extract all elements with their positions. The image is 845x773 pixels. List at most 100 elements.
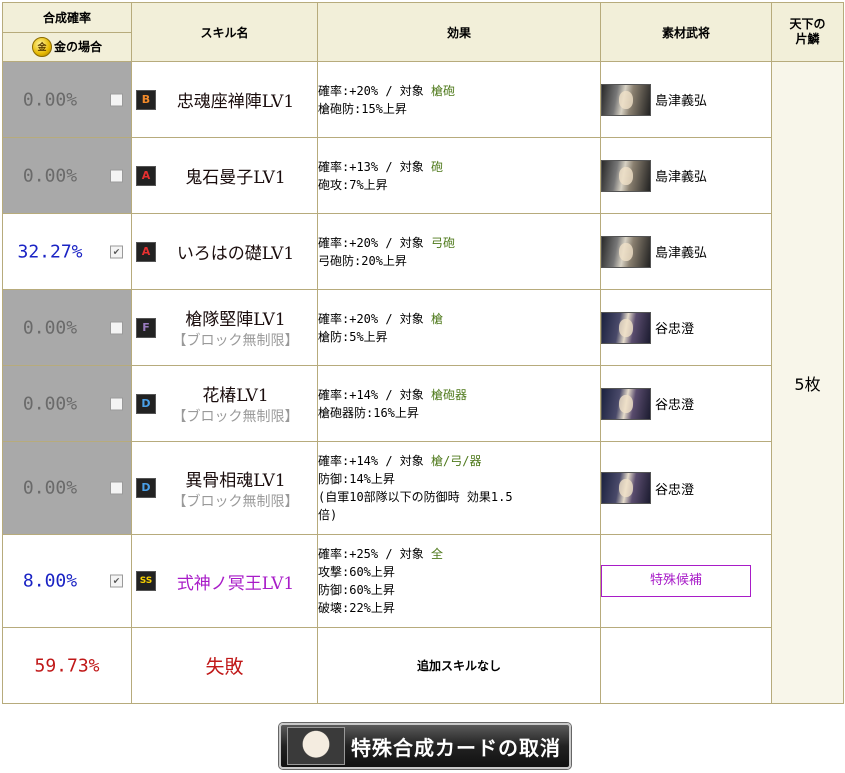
general-portrait[interactable]: [601, 387, 651, 420]
general-portrait[interactable]: [601, 472, 651, 504]
skill-checkbox[interactable]: ✔: [110, 245, 123, 258]
skill-checkbox[interactable]: [110, 397, 123, 410]
rate-value: 0.00%: [22, 317, 78, 338]
general-portrait[interactable]: [601, 159, 651, 192]
skill-name: 花椿LV1: [202, 386, 269, 406]
effect-target: 全: [431, 547, 444, 561]
grade-badge: SS: [136, 571, 156, 591]
rate-cell: 0.00%: [2, 61, 132, 138]
effect-cell: 確率:+20% / 対象 槍砲 槍砲防:15%上昇: [317, 61, 601, 138]
skill-cell: 失敗: [131, 627, 318, 704]
gold-coin-icon: 金: [31, 36, 52, 57]
material-cell: 谷忠澄: [600, 441, 772, 535]
skill-note: 【ブロック無制限】: [172, 333, 299, 349]
effect-cell: 確率:+14% / 対象 槍/弓/器 防御:14%上昇 (自軍10部隊以下の防御…: [317, 441, 601, 535]
effect-cell: 確率:+20% / 対象 槍 槍防:5%上昇: [317, 289, 601, 366]
effect-target: 槍砲器: [431, 387, 468, 402]
skill-name: 鬼石曼子LV1: [185, 168, 286, 188]
material-cell: 谷忠澄: [600, 365, 772, 442]
general-name: 谷忠澄: [655, 398, 695, 413]
rate-cell: 59.73%: [2, 627, 132, 704]
material-cell: 島津義弘: [600, 137, 772, 214]
cancel-special-card-button[interactable]: 特殊合成カードの取消: [279, 723, 571, 769]
skill-cell: D 花椿LV1 【ブロック無制限】: [131, 365, 318, 442]
rate-cell: 0.00%: [2, 137, 132, 214]
skill-note: 【ブロック無制限】: [172, 493, 299, 510]
rate-value: 0.00%: [22, 89, 78, 110]
rate-value: 0.00%: [22, 393, 78, 414]
material-cell: 谷忠澄: [600, 289, 772, 366]
skill-checkbox[interactable]: ✔: [110, 574, 123, 588]
table-row: 0.00% F 槍隊堅陣LV1 【ブロック無制限】 確率:+20% / 対象 槍…: [2, 289, 844, 366]
rate-cell: 0.00%: [2, 365, 132, 442]
skill-checkbox[interactable]: [110, 169, 123, 182]
table-row: 8.00% ✔ SS 式神ノ冥王LV1 確率:+25% / 対象 全 攻撃:60…: [2, 534, 844, 628]
material-cell: 特殊候補: [600, 534, 772, 628]
general-portrait[interactable]: [601, 235, 651, 268]
special-candidate-button[interactable]: 特殊候補: [601, 565, 751, 597]
grade-badge: A: [136, 165, 156, 186]
character-portrait-icon: [287, 727, 345, 765]
general-name: 島津義弘: [655, 94, 708, 109]
tenka-header: 天下の 片鱗: [771, 2, 844, 62]
skill-name-header: スキル名: [131, 2, 318, 62]
effect-target: 砲: [431, 159, 444, 174]
effect-header: 効果: [317, 2, 601, 62]
material-cell: 島津義弘: [600, 61, 772, 138]
effect-target: 槍/弓/器: [431, 454, 482, 468]
general-name: 谷忠澄: [655, 322, 695, 337]
skill-name: 槍隊堅陣LV1: [185, 310, 286, 330]
effect-cell: 確率:+13% / 対象 砲 砲攻:7%上昇: [317, 137, 601, 214]
cancel-button-label: 特殊合成カードの取消: [351, 735, 561, 760]
table-row: 32.27% ✔ A いろはの礎LV1 確率:+20% / 対象 弓砲 弓砲防:…: [2, 213, 844, 290]
rate-cell: 8.00% ✔: [2, 534, 132, 628]
fail-label: 失敗: [205, 656, 244, 678]
effect-target: 槍砲: [431, 83, 456, 98]
material-header: 素材武将: [600, 2, 772, 62]
skill-note: 【ブロック無制限】: [172, 409, 299, 425]
material-cell: 島津義弘: [600, 213, 772, 290]
effect-cell: 確率:+20% / 対象 弓砲 弓砲防:20%上昇: [317, 213, 601, 290]
rate-value: 0.00%: [22, 477, 78, 499]
fail-rate-value: 59.73%: [34, 655, 100, 676]
grade-badge: D: [136, 478, 156, 498]
skill-cell: SS 式神ノ冥王LV1: [131, 534, 318, 628]
skill-name: 式神ノ冥王LV1: [176, 573, 295, 594]
skill-name: 忠魂座禅陣LV1: [176, 92, 295, 112]
skill-name: いろはの礎LV1: [176, 244, 295, 264]
effect-cell: 確率:+14% / 対象 槍砲器 槍砲器防:16%上昇: [317, 365, 601, 442]
table-row-fail: 59.73% 失敗 追加スキルなし: [2, 627, 844, 704]
tenka-value: 5枚: [771, 61, 844, 704]
skill-checkbox[interactable]: [110, 481, 123, 495]
grade-badge: D: [136, 393, 156, 414]
material-cell-empty: [600, 627, 772, 704]
effect-target: 槍: [431, 311, 444, 326]
skill-checkbox[interactable]: [110, 93, 123, 106]
skill-name: 異骨相魂LV1: [185, 470, 286, 491]
skill-cell: F 槍隊堅陣LV1 【ブロック無制限】: [131, 289, 318, 366]
general-name: 島津義弘: [655, 170, 708, 185]
general-name: 谷忠澄: [655, 482, 695, 498]
skill-cell: A いろはの礎LV1: [131, 213, 318, 290]
table-row: 0.00% D 花椿LV1 【ブロック無制限】 確率:+14% / 対象 槍砲器…: [2, 365, 844, 442]
table-row: 0.00% A 鬼石曼子LV1 確率:+13% / 対象 砲 砲攻:7%上昇 島…: [2, 137, 844, 214]
grade-badge: B: [136, 89, 156, 110]
rate-cell: 32.27% ✔: [2, 213, 132, 290]
rate-header: 合成確率: [3, 4, 131, 33]
general-portrait[interactable]: [601, 83, 651, 116]
rate-cell: 0.00%: [2, 441, 132, 535]
skill-cell: A 鬼石曼子LV1: [131, 137, 318, 214]
skill-checkbox[interactable]: [110, 321, 123, 334]
table-row: 0.00% D 異骨相魂LV1 【ブロック無制限】 確率:+14% / 対象 槍…: [2, 441, 844, 535]
rate-value: 0.00%: [22, 165, 78, 186]
skill-cell: D 異骨相魂LV1 【ブロック無制限】: [131, 441, 318, 535]
grade-badge: A: [136, 241, 156, 262]
grade-badge: F: [136, 317, 156, 338]
table-row: 0.00% B 忠魂座禅陣LV1 確率:+20% / 対象 槍砲 槍砲防:15%…: [2, 61, 844, 704]
rate-value: 32.27%: [17, 241, 83, 262]
effect-cell: 確率:+25% / 対象 全 攻撃:60%上昇 防御:60%上昇 破壊:22%上…: [317, 534, 601, 628]
rate-value: 8.00%: [22, 570, 78, 592]
gold-case-header: 金 金の場合: [3, 33, 131, 61]
skill-fusion-table: 合成確率 金 金の場合 スキル名 効果 素材武将 天下の 片鱗 0.00% B 忠…: [2, 2, 844, 704]
general-portrait[interactable]: [601, 311, 651, 344]
